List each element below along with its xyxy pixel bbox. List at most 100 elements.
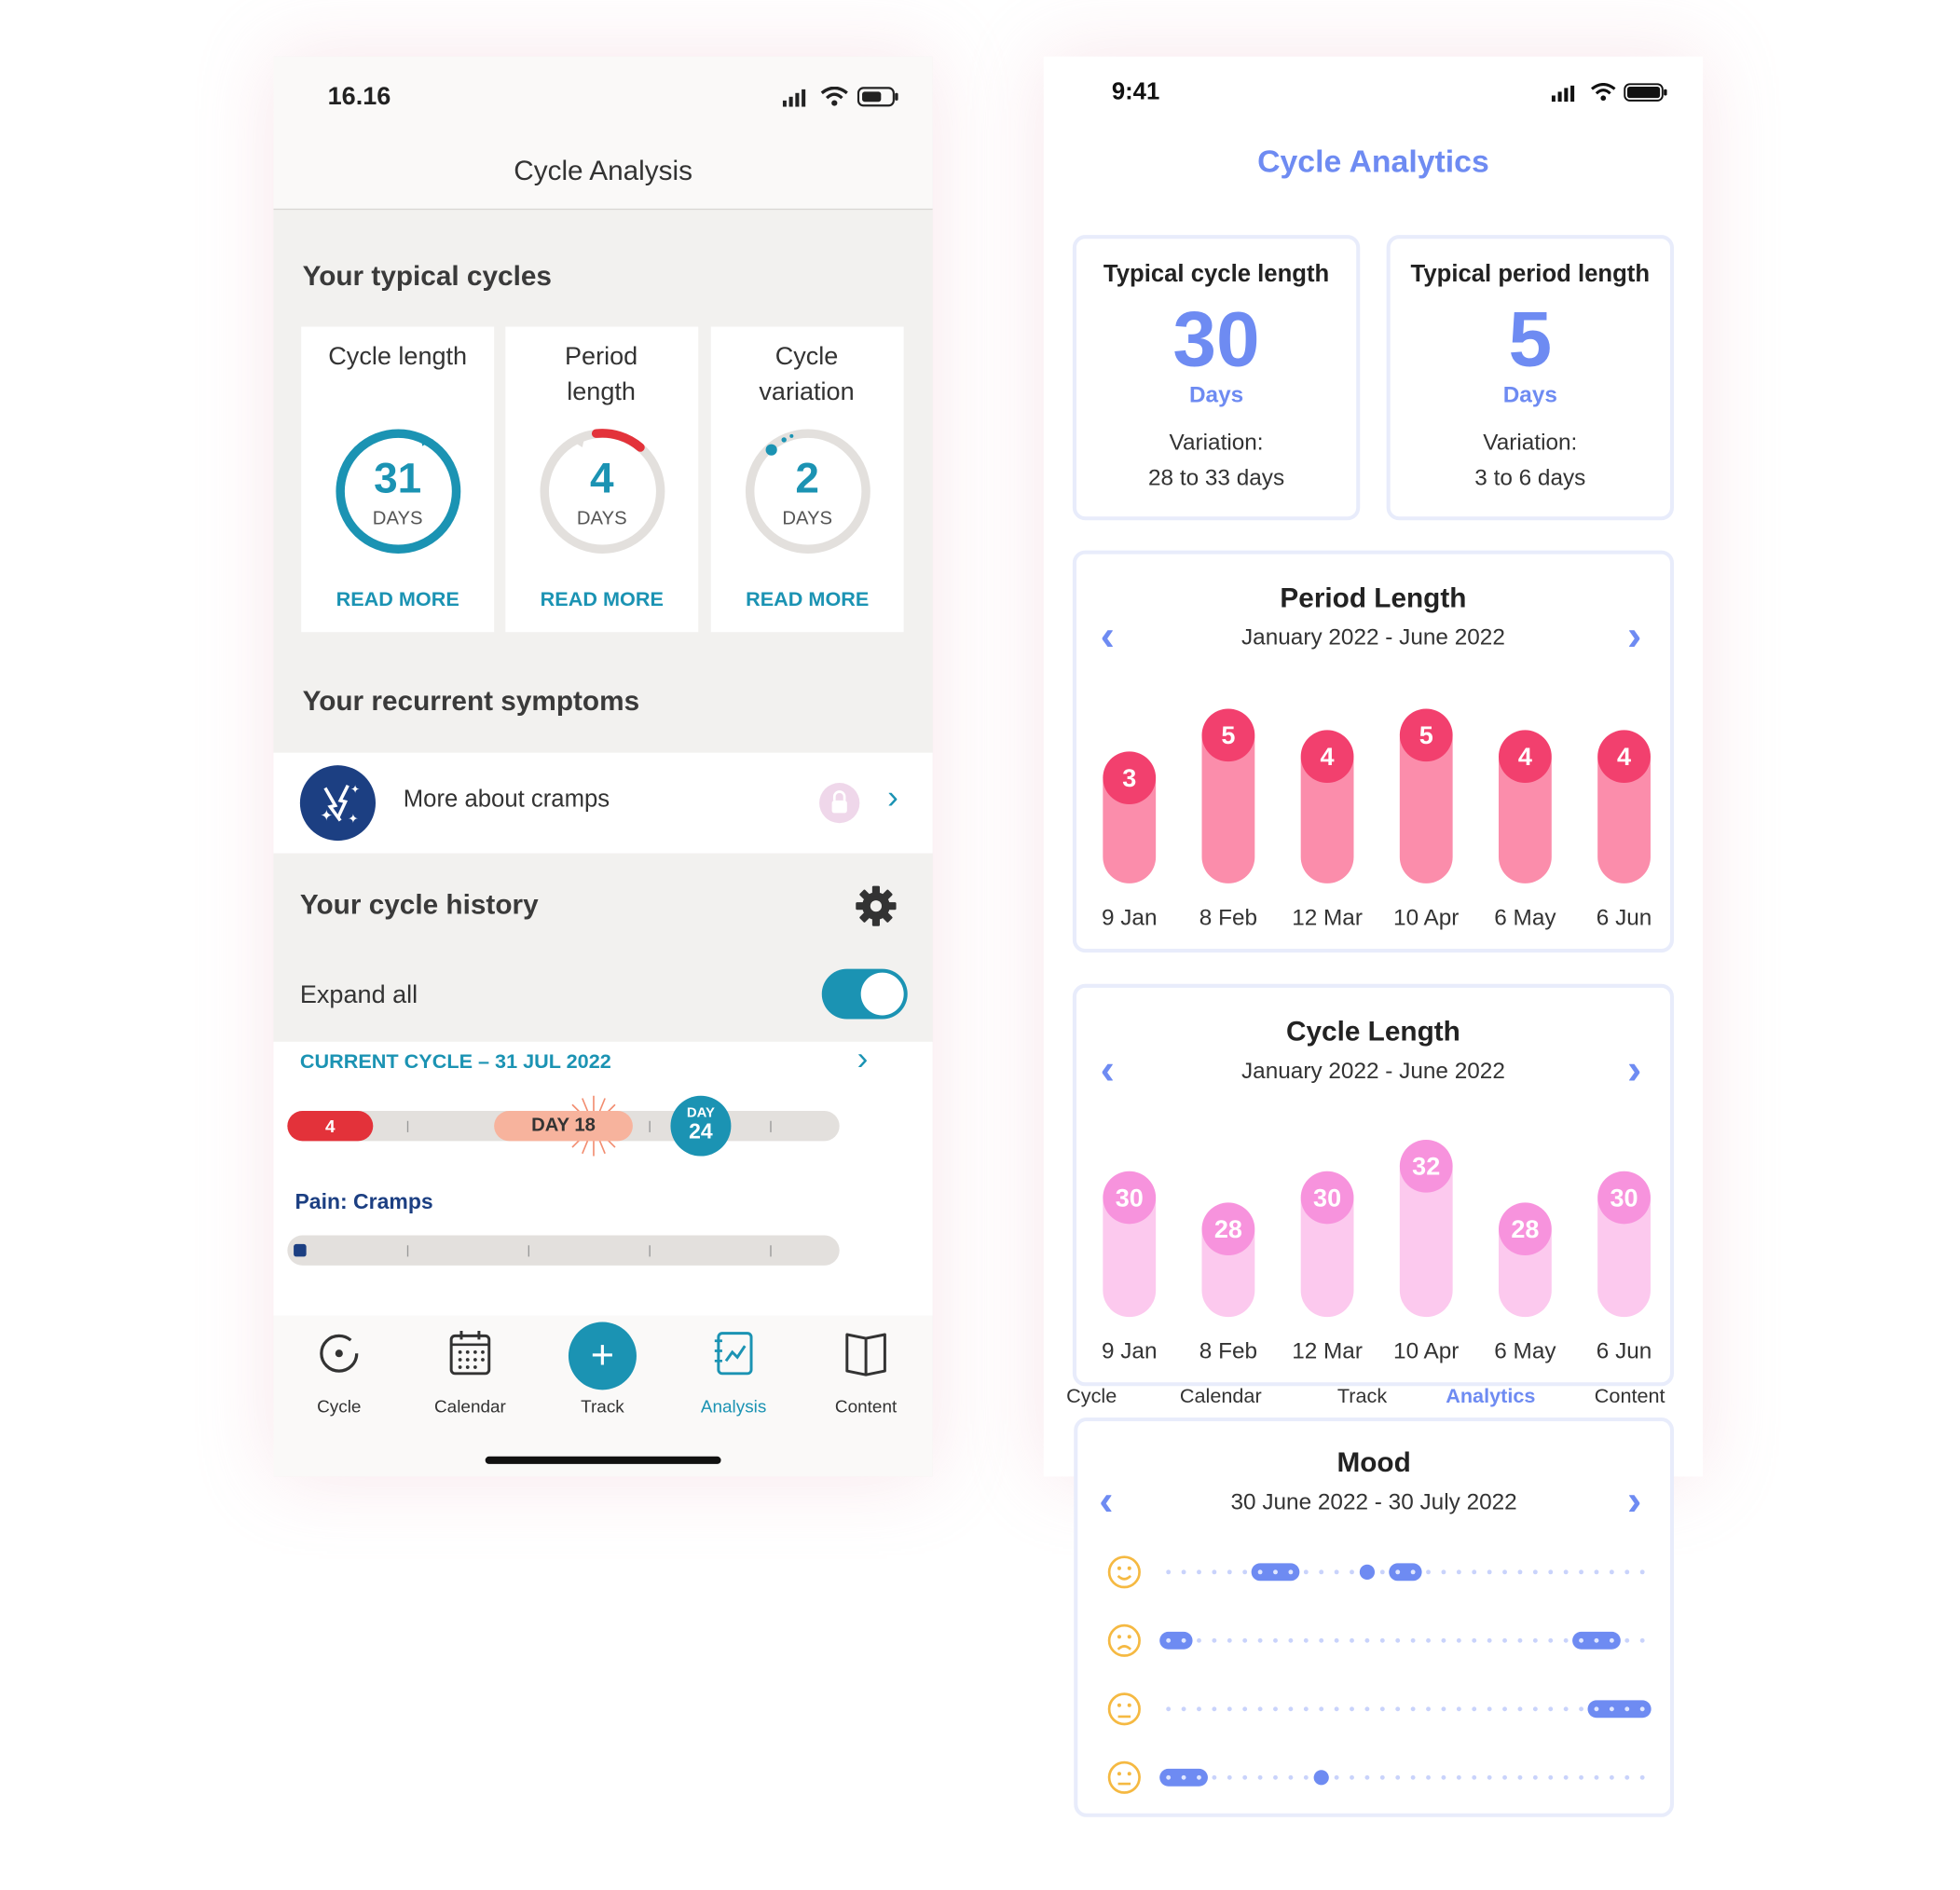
tab-label: Analysis <box>700 1396 767 1417</box>
day-dot <box>1532 1774 1538 1780</box>
tab-label: Content <box>834 1396 898 1417</box>
card-label: Cycle length <box>328 343 468 371</box>
tab-calendar[interactable]: Calendar <box>1180 1386 1262 1408</box>
day-dot <box>1472 1637 1477 1643</box>
symptom-cramps-row[interactable]: ✦ ✦ ✦ More about cramps › <box>273 752 933 854</box>
day-dot <box>1456 1706 1461 1712</box>
wifi-icon <box>820 87 848 106</box>
day-dot <box>1441 1637 1446 1643</box>
day-dot <box>1197 1706 1201 1712</box>
day-dot <box>1441 1774 1446 1780</box>
tab-track[interactable]: + Track <box>537 1316 668 1442</box>
day-dot <box>1257 1706 1263 1712</box>
day-dot <box>1472 1569 1477 1575</box>
chevron-right-icon[interactable]: › <box>857 1039 869 1078</box>
tab-calendar[interactable]: Calendar <box>404 1316 536 1442</box>
day-dot <box>1456 1637 1461 1643</box>
timeline-tick <box>406 1120 409 1132</box>
card-heading: Typical period length <box>1410 261 1651 288</box>
tab-track[interactable]: Track <box>1337 1386 1387 1408</box>
read-more-link[interactable]: READ MORE <box>711 589 904 611</box>
day-dot <box>1487 1774 1492 1780</box>
happy-face-icon <box>1107 1555 1141 1589</box>
cycle-icon <box>320 1334 359 1373</box>
day18-pill[interactable]: DAY 18 <box>494 1110 633 1142</box>
day-dot <box>1379 1637 1385 1643</box>
cycle-analytics-screen: 9:41 Cycle Analytics Typical cycle lengt… <box>1043 56 1704 1477</box>
day-dot <box>1350 1637 1354 1643</box>
face-eye <box>1127 1635 1131 1639</box>
day-dot <box>1303 1774 1309 1780</box>
battery-icon <box>857 87 898 107</box>
card-value: 31 <box>374 455 422 503</box>
app-header: 16.16 Cycle Analysis <box>273 56 933 211</box>
day-dot <box>1441 1706 1446 1712</box>
mood-mark-dot <box>1273 1569 1278 1575</box>
read-more-link[interactable]: READ MORE <box>505 589 698 611</box>
day-dot <box>1624 1569 1630 1575</box>
day-dot <box>1197 1637 1201 1643</box>
mood-mark <box>1359 1564 1376 1580</box>
timeline-tick <box>649 1245 651 1257</box>
svg-text:✦: ✦ <box>350 783 360 796</box>
period-length-chart-card: Period Length January 2022 - June 2022 ‹… <box>1072 550 1674 953</box>
day-dot <box>1594 1569 1599 1575</box>
day-dot <box>1517 1706 1523 1712</box>
data-label: 28 <box>1214 1215 1242 1243</box>
day-dot <box>1379 1706 1385 1712</box>
day-dot <box>1166 1706 1172 1712</box>
svg-text:✦: ✦ <box>321 807 334 825</box>
tab-analysis[interactable]: Analysis <box>668 1316 800 1442</box>
day-dot <box>1288 1637 1294 1643</box>
pain-timeline <box>287 1235 840 1266</box>
svg-text:✦: ✦ <box>348 812 358 827</box>
face-eye <box>1117 1635 1121 1639</box>
tab-analytics[interactable]: Analytics <box>1446 1386 1535 1408</box>
day-dot <box>1395 1637 1401 1643</box>
day-dot <box>1303 1706 1309 1712</box>
period-length-bar-chart: 3 9 Jan 5 8 Feb 4 12 Mar 5 10 Apr 4 6 May 4 6 Jun <box>1102 708 1652 930</box>
day-dot <box>1609 1774 1614 1780</box>
day-dot <box>1609 1569 1614 1575</box>
day-dot <box>1227 1706 1232 1712</box>
day-dot <box>1502 1569 1507 1575</box>
card-cycle-length: Cycle length 31 DAYS READ MORE <box>301 326 495 633</box>
book-icon <box>845 1333 886 1376</box>
variation-label: Variation: <box>1169 430 1264 456</box>
day-dot <box>1334 1706 1339 1712</box>
x-tick-label: 10 Apr <box>1393 1339 1459 1364</box>
typical-period-card: Typical period length 5 Days Variation: … <box>1386 235 1674 521</box>
chevron-right-icon[interactable]: › <box>887 778 898 817</box>
read-more-link[interactable]: READ MORE <box>301 589 494 611</box>
tab-content[interactable]: Content <box>1595 1386 1665 1408</box>
card-unit: DAYS <box>782 507 833 529</box>
day-dot <box>1350 1569 1354 1575</box>
gear-icon[interactable] <box>855 884 898 927</box>
day-dot <box>1563 1774 1569 1780</box>
day-dot <box>1456 1569 1461 1575</box>
x-tick-label: 10 Apr <box>1393 905 1459 930</box>
day-dot <box>1197 1569 1201 1575</box>
day-dot <box>1242 1706 1248 1712</box>
day-dot <box>1334 1774 1339 1780</box>
cramps-icon: ✦ ✦ ✦ <box>299 765 377 842</box>
tab-content[interactable]: Content <box>801 1316 932 1442</box>
data-label: 5 <box>1221 721 1235 749</box>
period-pill[interactable]: 4 <box>287 1110 374 1142</box>
day-dot <box>1273 1706 1278 1712</box>
current-cycle-label[interactable]: CURRENT CYCLE – 31 JUL 2022 <box>300 1052 611 1075</box>
day-dot <box>1579 1706 1583 1712</box>
day-dot <box>1303 1637 1309 1643</box>
timeline-tick <box>406 1245 409 1257</box>
expand-all-toggle[interactable] <box>821 968 908 1020</box>
today-marker[interactable]: DAY 24 <box>670 1095 732 1157</box>
tab-label: Track <box>581 1396 624 1417</box>
variation-value: 28 to 33 days <box>1147 464 1285 490</box>
day-dot <box>1350 1706 1354 1712</box>
day-dot <box>1379 1774 1385 1780</box>
timeline-tick <box>528 1245 530 1257</box>
data-label: 4 <box>1321 743 1335 771</box>
day-dot <box>1395 1774 1401 1780</box>
tab-cycle[interactable]: Cycle <box>1066 1386 1117 1408</box>
tab-cycle[interactable]: Cycle <box>273 1316 404 1442</box>
